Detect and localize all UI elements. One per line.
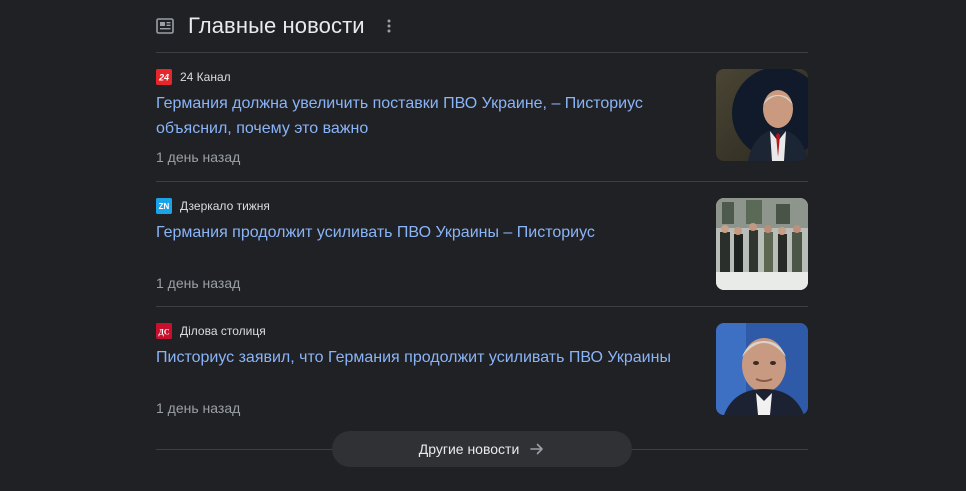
article-thumbnail[interactable] [716, 69, 808, 161]
divider [156, 181, 808, 182]
article-time: 1 день назад [156, 149, 241, 165]
news-article-2[interactable]: ZN Дзеркало тижня Германия продолжит уси… [156, 198, 808, 293]
more-news-label: Другие новости [418, 441, 520, 457]
article-source: ZN Дзеркало тижня [156, 198, 270, 214]
more-news-button[interactable]: Другие новости [332, 431, 632, 467]
top-stories-panel: Главные новости 24 24 Канал Германия дол… [156, 0, 808, 491]
section-header: Главные новости [156, 10, 808, 42]
more-vertical-icon[interactable] [379, 14, 399, 38]
article-thumbnail[interactable] [716, 198, 808, 290]
divider [156, 52, 808, 53]
svg-text:24: 24 [158, 73, 169, 83]
arrow-right-icon [529, 441, 545, 457]
source-name: 24 Канал [180, 70, 231, 84]
source-logo-zn: ZN [156, 198, 172, 214]
source-logo-24-kanal: 24 [156, 69, 172, 85]
section-title: Главные новости [188, 13, 365, 38]
article-headline[interactable]: Германия должна увеличить поставки ПВО У… [156, 91, 701, 141]
divider [156, 306, 808, 307]
news-article-1[interactable]: 24 24 Канал Германия должна увеличить по… [156, 69, 808, 165]
source-name: Дзеркало тижня [180, 199, 270, 213]
article-thumbnail[interactable] [716, 323, 808, 415]
source-name: Ділова столиця [180, 324, 266, 338]
article-headline[interactable]: Писториус заявил, что Германия продолжит… [156, 345, 701, 370]
article-time: 1 день назад [156, 275, 241, 291]
article-time: 1 день назад [156, 400, 241, 416]
article-source: ДС Ділова столиця [156, 323, 266, 339]
svg-text:ZN: ZN [159, 202, 170, 211]
svg-text:ДС: ДС [158, 328, 170, 337]
news-article-3[interactable]: ДС Ділова столиця Писториус заявил, что … [156, 323, 808, 418]
newspaper-icon [156, 17, 174, 35]
article-source: 24 24 Канал [156, 69, 231, 85]
article-headline[interactable]: Германия продолжит усиливать ПВО Украины… [156, 220, 701, 245]
source-logo-dilova-stolytsia: ДС [156, 323, 172, 339]
